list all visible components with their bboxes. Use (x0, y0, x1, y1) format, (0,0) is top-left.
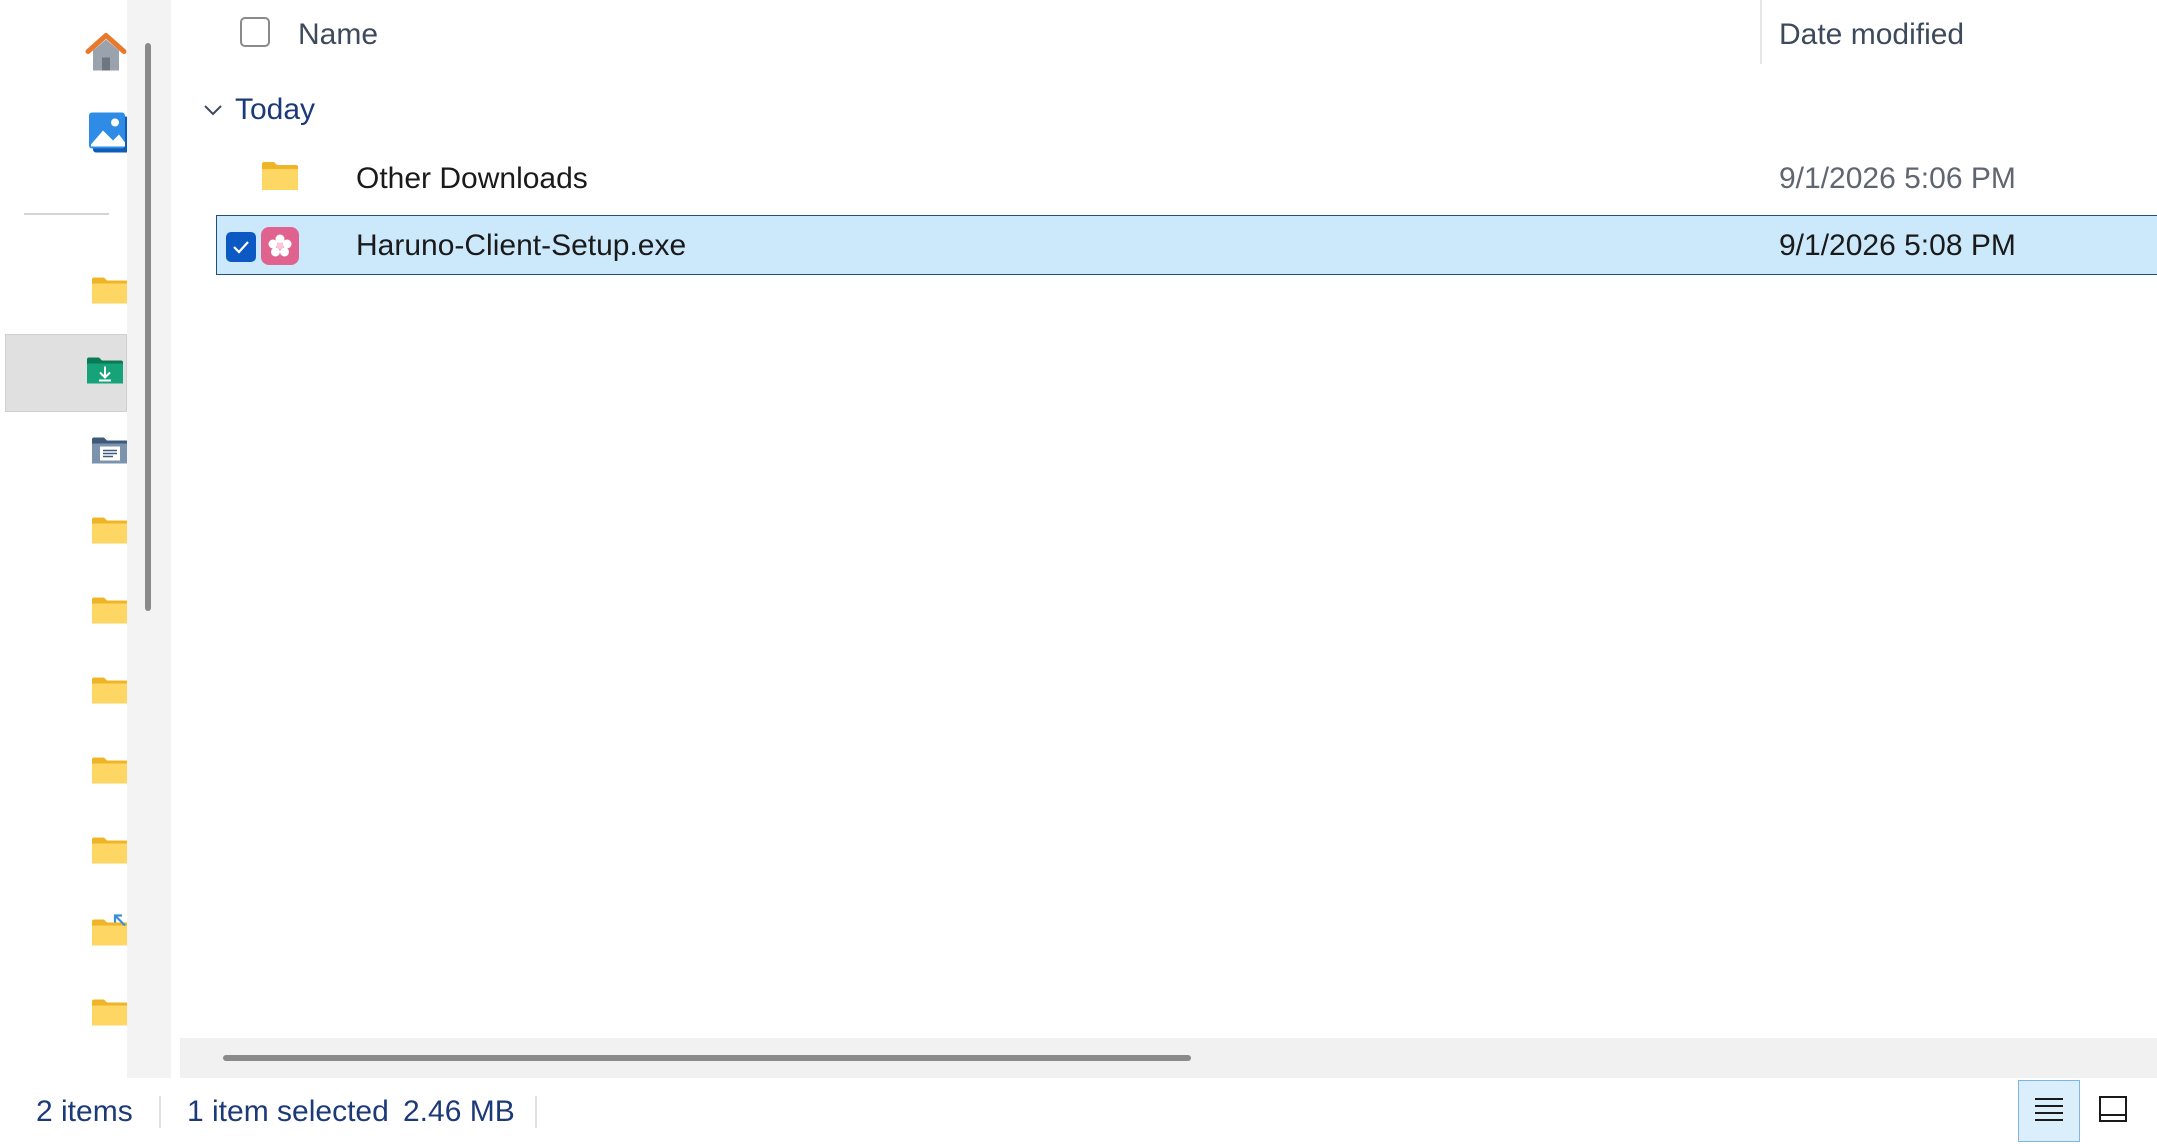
nav-scrollbar-thumb[interactable] (145, 43, 151, 611)
folder-icon (91, 276, 129, 311)
gallery-icon (87, 111, 131, 160)
nav-folder[interactable] (5, 254, 129, 332)
folder-icon (91, 596, 129, 631)
group-header-today[interactable]: Today (198, 88, 315, 132)
file-date: 9/1/2026 5:06 PM (1779, 162, 2016, 195)
nav-downloads[interactable] (5, 334, 127, 412)
nav-divider (24, 213, 109, 215)
file-row-selected[interactable]: Haruno-Client-Setup.exe 9/1/2026 5:08 PM (216, 215, 2157, 275)
nav-folder[interactable] (5, 494, 129, 572)
nav-shortcut-folder[interactable] (5, 894, 128, 972)
status-bar: 2 items 1 item selected 2.46 MB (0, 1078, 2157, 1144)
details-view-button[interactable] (2018, 1080, 2080, 1142)
downloads-folder-icon (86, 356, 124, 391)
column-divider[interactable] (1760, 0, 1762, 64)
column-header: Name Date modified (171, 0, 2157, 68)
folder-icon (91, 998, 129, 1033)
select-all-checkbox[interactable] (240, 17, 270, 47)
nav-folder[interactable] (5, 814, 129, 892)
nav-folder[interactable] (5, 574, 129, 652)
folder-icon (91, 836, 129, 871)
preview-pane-button[interactable] (2082, 1080, 2144, 1142)
file-row[interactable]: Other Downloads 9/1/2026 5:06 PM (216, 148, 2157, 208)
selection-count: 1 item selected (187, 1095, 389, 1128)
nav-folder[interactable] (5, 734, 129, 812)
file-name: Haruno-Client-Setup.exe (356, 229, 687, 262)
documents-folder-icon (91, 436, 129, 471)
details-view-icon (2033, 1095, 2065, 1128)
folder-icon (91, 756, 129, 791)
nav-documents[interactable] (5, 414, 129, 492)
home-icon (83, 32, 129, 79)
folder-icon (91, 516, 129, 551)
horizontal-scrollbar-thumb[interactable] (223, 1055, 1191, 1061)
horizontal-scrollbar[interactable] (180, 1038, 2157, 1078)
selection-size: 2.46 MB (403, 1095, 515, 1128)
nav-gallery[interactable] (5, 96, 129, 174)
folder-icon (91, 676, 129, 711)
group-label: Today (235, 93, 316, 126)
file-name: Other Downloads (356, 162, 588, 195)
preview-pane-icon (2097, 1094, 2129, 1129)
chevron-down-icon[interactable] (198, 95, 228, 125)
file-list: Name Date modified Today Other Downloads… (171, 0, 2157, 1078)
file-date: 9/1/2026 5:08 PM (1779, 229, 2016, 262)
row-checkbox-checked[interactable] (226, 232, 256, 262)
column-name[interactable]: Name (298, 18, 378, 52)
folder-icon (261, 160, 299, 197)
nav-folder[interactable] (5, 976, 129, 1054)
navigation-pane (0, 0, 129, 1078)
app-icon (261, 227, 299, 270)
status-divider (159, 1096, 161, 1128)
status-divider (535, 1096, 537, 1128)
item-count: 2 items (36, 1095, 133, 1128)
nav-home[interactable] (5, 16, 127, 94)
shortcut-folder-icon (91, 914, 131, 953)
column-date-modified[interactable]: Date modified (1779, 18, 1964, 52)
nav-folder[interactable] (5, 654, 129, 732)
